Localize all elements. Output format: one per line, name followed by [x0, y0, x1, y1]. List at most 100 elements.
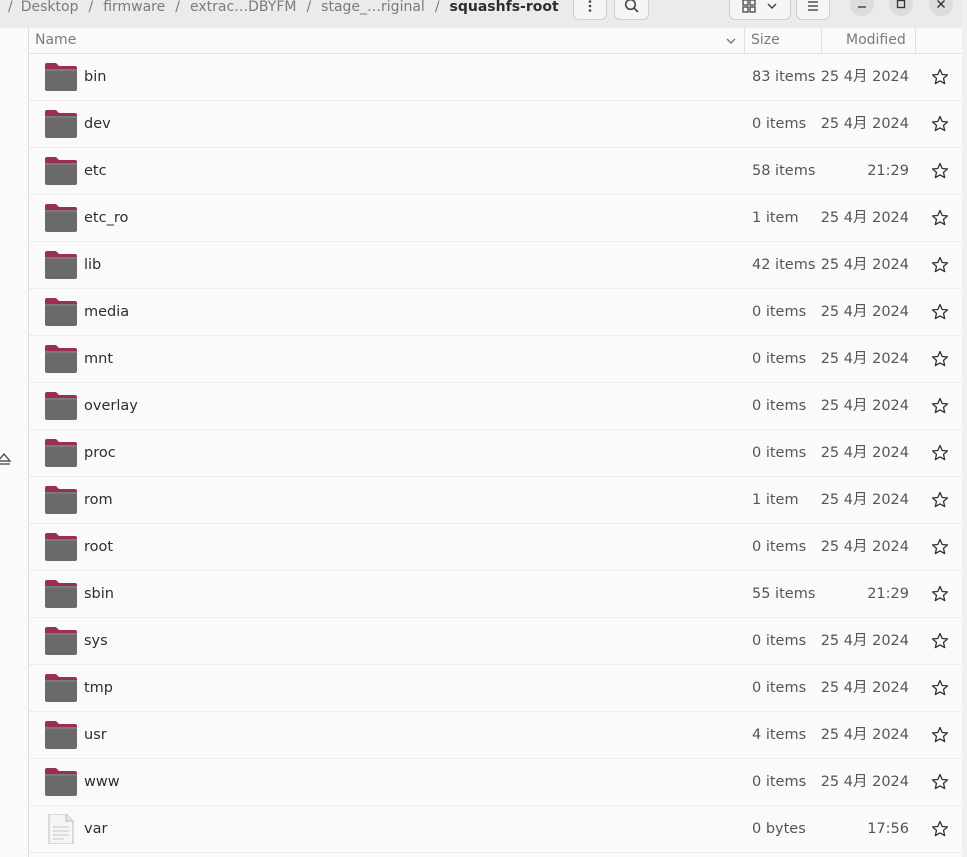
- file-row-root[interactable]: root 0 items 25 4月 2024: [29, 524, 967, 571]
- star-icon[interactable]: [931, 209, 949, 227]
- file-name: mnt: [84, 351, 113, 367]
- star-icon[interactable]: [931, 632, 949, 650]
- file-name: etc_ro: [84, 210, 129, 226]
- file-name: dev: [84, 116, 111, 132]
- star-icon[interactable]: [931, 303, 949, 321]
- file-modified: 25 4月 2024: [820, 398, 909, 414]
- breadcrumb-separator: /: [88, 0, 94, 15]
- chevron-down-icon[interactable]: [725, 35, 737, 47]
- file-name: usr: [84, 727, 107, 743]
- file-name: etc: [84, 163, 107, 179]
- folder-icon: [44, 485, 78, 515]
- star-icon[interactable]: [931, 726, 949, 744]
- file-row-rom[interactable]: rom 1 item 25 4月 2024: [29, 477, 967, 524]
- file-name: media: [84, 304, 130, 320]
- file-row-sbin[interactable]: sbin 55 items 21:29: [29, 571, 967, 618]
- file-size: 55 items: [752, 586, 816, 602]
- file-row-lib[interactable]: lib 42 items 25 4月 2024: [29, 242, 967, 289]
- file-name: rom: [84, 492, 113, 508]
- breadcrumb-item-squashfs-root[interactable]: squashfs-root: [450, 0, 559, 15]
- search-icon: [624, 0, 639, 13]
- star-icon[interactable]: [931, 115, 949, 133]
- file-modified: 21:29: [867, 586, 909, 602]
- list-menu-icon: [808, 1, 818, 11]
- file-modified: 25 4月 2024: [820, 304, 909, 320]
- file-row-etc[interactable]: etc 58 items 21:29: [29, 148, 967, 195]
- column-modified[interactable]: Modified: [846, 28, 906, 53]
- folder-icon: [44, 297, 78, 327]
- file-row-bin[interactable]: bin 83 items 25 4月 2024: [29, 54, 967, 101]
- breadcrumb-item-stage-original[interactable]: stage_…riginal: [321, 0, 425, 15]
- file-name: sbin: [84, 586, 114, 602]
- breadcrumb-separator: /: [8, 0, 13, 15]
- file-size: 0 items: [752, 351, 807, 367]
- file-size: 4 items: [752, 727, 807, 743]
- column-size[interactable]: Size: [751, 28, 780, 53]
- breadcrumb-item-extracted[interactable]: extrac…DBYFM: [190, 0, 296, 15]
- file-name: tmp: [84, 680, 114, 696]
- file-row-sys[interactable]: sys 0 items 25 4月 2024: [29, 618, 967, 665]
- search-button[interactable]: [614, 0, 649, 20]
- star-icon[interactable]: [931, 820, 949, 838]
- file-row-var[interactable]: var 0 bytes 17:56: [29, 806, 967, 853]
- file-size: 0 items: [752, 398, 807, 414]
- star-icon[interactable]: [931, 679, 949, 697]
- star-icon[interactable]: [931, 68, 949, 86]
- folder-icon: [44, 720, 78, 750]
- path-menu-button[interactable]: [573, 0, 607, 20]
- column-name[interactable]: Name: [35, 28, 76, 53]
- text-file-icon: [44, 813, 78, 845]
- column-divider: [821, 28, 822, 53]
- close-button[interactable]: [929, 0, 953, 16]
- star-icon[interactable]: [931, 397, 949, 415]
- file-size: 0 items: [752, 680, 807, 696]
- view-toggle-button[interactable]: [729, 0, 791, 20]
- eject-icon[interactable]: [0, 448, 14, 468]
- file-row-www[interactable]: www 0 items 25 4月 2024: [29, 759, 967, 806]
- file-name: www: [84, 774, 120, 790]
- file-modified: 25 4月 2024: [820, 774, 909, 790]
- star-icon[interactable]: [931, 538, 949, 556]
- file-name: sys: [84, 633, 108, 649]
- main-menu-button[interactable]: [796, 0, 830, 20]
- file-size: 1 item: [752, 210, 799, 226]
- maximize-button[interactable]: [889, 0, 913, 16]
- file-name: overlay: [84, 398, 138, 414]
- breadcrumb-item-firmware[interactable]: firmware: [103, 0, 165, 15]
- folder-icon: [44, 62, 78, 92]
- star-icon[interactable]: [931, 350, 949, 368]
- star-icon[interactable]: [931, 444, 949, 462]
- file-modified: 25 4月 2024: [820, 116, 909, 132]
- star-icon[interactable]: [931, 491, 949, 509]
- minimize-button[interactable]: [850, 0, 874, 16]
- close-icon: [937, 0, 945, 8]
- file-row-media[interactable]: media 0 items 25 4月 2024: [29, 289, 967, 336]
- star-icon[interactable]: [931, 585, 949, 603]
- window-edge: [962, 0, 967, 857]
- kebab-menu-icon: [588, 0, 592, 12]
- sidebar: [0, 28, 29, 857]
- file-name: bin: [84, 69, 107, 85]
- file-row-etc-ro[interactable]: etc_ro 1 item 25 4月 2024: [29, 195, 967, 242]
- star-icon[interactable]: [931, 256, 949, 274]
- star-icon[interactable]: [931, 773, 949, 791]
- breadcrumb: / Desktop / firmware / extrac…DBYFM / st…: [0, 0, 559, 20]
- folder-icon: [44, 109, 78, 139]
- file-row-overlay[interactable]: overlay 0 items 25 4月 2024: [29, 383, 967, 430]
- file-row-dev[interactable]: dev 0 items 25 4月 2024: [29, 101, 967, 148]
- file-modified: 25 4月 2024: [820, 69, 909, 85]
- file-row-proc[interactable]: proc 0 items 25 4月 2024: [29, 430, 967, 477]
- folder-icon: [44, 203, 78, 233]
- breadcrumb-separator: /: [434, 0, 440, 15]
- file-row-tmp[interactable]: tmp 0 items 25 4月 2024: [29, 665, 967, 712]
- folder-icon: [44, 344, 78, 374]
- breadcrumb-item-desktop[interactable]: Desktop: [21, 0, 79, 15]
- file-modified: 25 4月 2024: [820, 539, 909, 555]
- star-icon[interactable]: [931, 162, 949, 180]
- file-row-usr[interactable]: usr 4 items 25 4月 2024: [29, 712, 967, 759]
- file-modified: 25 4月 2024: [820, 633, 909, 649]
- file-modified: 25 4月 2024: [820, 257, 909, 273]
- chevron-down-icon: [767, 3, 777, 10]
- breadcrumb-separator: /: [175, 0, 180, 15]
- file-row-mnt[interactable]: mnt 0 items 25 4月 2024: [29, 336, 967, 383]
